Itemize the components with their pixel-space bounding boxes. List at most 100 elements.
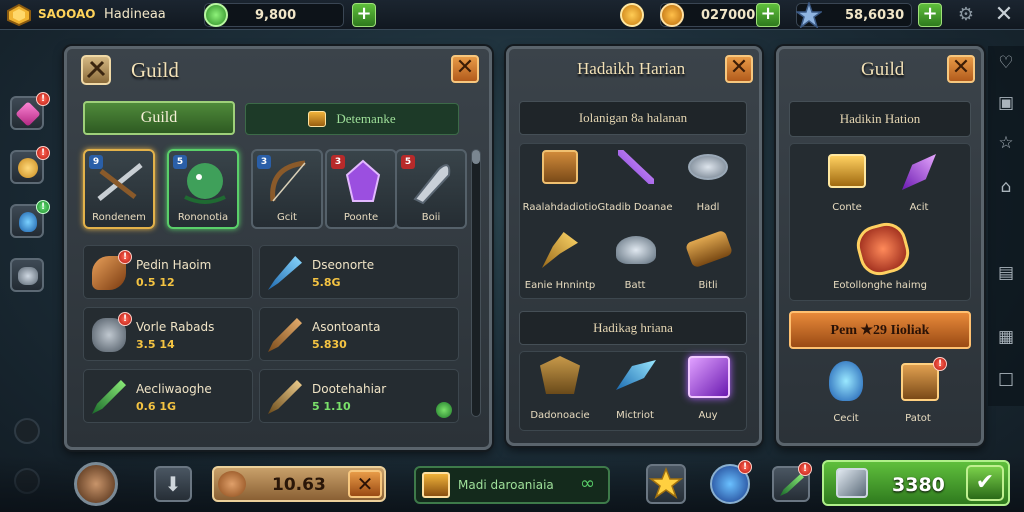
scrollbar-thumb[interactable] bbox=[472, 150, 480, 164]
daily-rewards2-grid: Dadonoacie Mictriot Auy bbox=[519, 351, 747, 431]
purple-gem-icon[interactable] bbox=[902, 154, 936, 190]
counter-close-button[interactable]: ✕ bbox=[348, 470, 382, 498]
counter-value: 10.63 bbox=[272, 475, 326, 495]
treasure-chest-icon[interactable] bbox=[542, 150, 578, 184]
square-icon[interactable]: □ bbox=[995, 368, 1017, 390]
crystal-star-icon bbox=[794, 0, 824, 29]
guild-side-close-button[interactable]: ✕ bbox=[947, 55, 975, 83]
featured-tile[interactable]: 3 Poonte bbox=[325, 149, 397, 229]
list-item[interactable]: ! Pedin Haoim 0.5 12 bbox=[83, 245, 253, 299]
silver-cube-icon bbox=[836, 468, 868, 498]
favorite-star-button[interactable] bbox=[646, 464, 686, 504]
notification-dot: ! bbox=[118, 250, 132, 264]
orb-button[interactable]: ! bbox=[710, 460, 752, 504]
tab-detemanke-label: Detemanke bbox=[336, 111, 396, 126]
treasure-chest-icon bbox=[422, 472, 450, 498]
purple-cube-icon[interactable] bbox=[688, 356, 730, 398]
reward-label: Acit bbox=[909, 202, 929, 213]
top-bar: SAOOAO Hadineaa 9,800 + 027000 + 58,6030… bbox=[0, 0, 1024, 30]
claim-button[interactable]: Pem ★29 Iioliak bbox=[789, 311, 971, 349]
daily-section2-label: Hadikag hriana bbox=[593, 320, 673, 335]
item-value: 3.5 14 bbox=[136, 338, 175, 351]
gems-value: 9,800 bbox=[255, 7, 297, 23]
sidebar-ore-button[interactable] bbox=[10, 258, 44, 292]
blue-wing-icon[interactable] bbox=[616, 360, 656, 390]
tab-guild[interactable]: Guild bbox=[83, 101, 235, 135]
down-arrow-button[interactable]: ⬇ bbox=[154, 466, 192, 502]
guild-side-header-label: Hadikin Hation bbox=[839, 111, 921, 126]
left-sidebar: ! ! ! bbox=[0, 30, 52, 512]
notification-dot: ! bbox=[933, 357, 947, 371]
add-gold-button[interactable]: + bbox=[756, 3, 780, 27]
tile-label: Boii bbox=[421, 212, 441, 223]
cannon-icon[interactable] bbox=[684, 229, 734, 269]
bag-icon[interactable]: ▦ bbox=[995, 326, 1017, 348]
gold-value: 027000 bbox=[701, 7, 756, 23]
featured-tile[interactable]: 5 Rononotia bbox=[167, 149, 239, 229]
add-crystal-button[interactable]: + bbox=[918, 3, 942, 27]
list-item[interactable]: Aecliwaoghe 0.6 1G bbox=[83, 369, 253, 423]
bowl-icon[interactable] bbox=[688, 154, 728, 180]
golden-axe-icon[interactable] bbox=[542, 232, 578, 268]
guild-scrollbar[interactable] bbox=[471, 149, 481, 417]
tile-label: Poonte bbox=[343, 212, 379, 223]
guild-side-header: Hadikin Hation bbox=[789, 101, 971, 137]
green-sword-icon bbox=[92, 380, 126, 414]
item-name: Dseonorte bbox=[312, 258, 375, 272]
sidebar-shield-icon[interactable] bbox=[14, 418, 40, 444]
counter-box: 10.63 ✕ bbox=[212, 466, 386, 502]
tile-label: Gcit bbox=[277, 212, 297, 223]
daily-close-button[interactable]: ✕ bbox=[725, 55, 753, 83]
castle-icon[interactable]: ⌂ bbox=[995, 176, 1017, 198]
tab-detemanke[interactable]: Detemanke bbox=[245, 103, 459, 135]
list-item[interactable]: Dseonorte 5.8G bbox=[259, 245, 459, 299]
total-currency-button[interactable]: 3380 ✔ bbox=[822, 460, 1010, 506]
crossed-swords-icon[interactable] bbox=[618, 150, 654, 184]
list-item[interactable]: Asontoanta 5.830 bbox=[259, 307, 459, 361]
list-item[interactable]: Dootehahiar 5 1.10 bbox=[259, 369, 459, 423]
notification-dot: ! bbox=[36, 146, 50, 160]
sword-button[interactable]: ! bbox=[772, 462, 812, 502]
map-icon[interactable]: ▤ bbox=[995, 262, 1017, 284]
image-icon[interactable]: ▣ bbox=[995, 92, 1017, 114]
item-value: 0.5 12 bbox=[136, 276, 175, 289]
ore-icon bbox=[18, 267, 38, 285]
add-gems-button[interactable]: + bbox=[352, 3, 376, 27]
sidebar-potion-button[interactable]: ! bbox=[10, 200, 50, 238]
sidebar-hero-button[interactable]: ! bbox=[10, 146, 50, 184]
gem-icon bbox=[204, 3, 228, 27]
guild-side-panel: Guild ✕ Hadikin Hation Conte Acit Eotoll… bbox=[776, 46, 984, 446]
featured-tile[interactable]: 9 Rondenem bbox=[83, 149, 155, 229]
red-scroll-icon[interactable] bbox=[852, 218, 914, 280]
medal-icon[interactable] bbox=[620, 3, 644, 27]
gold-chest-icon[interactable] bbox=[828, 154, 866, 188]
star-icon[interactable]: ☆ bbox=[995, 132, 1017, 154]
player-level-icon bbox=[6, 3, 32, 27]
close-icon[interactable]: ✕ bbox=[992, 3, 1016, 27]
blue-flame-icon[interactable] bbox=[829, 361, 863, 401]
guild-emblem-icon bbox=[81, 55, 111, 85]
featured-tile[interactable]: 5 Boii bbox=[395, 149, 467, 229]
confirm-check-button[interactable]: ✔ bbox=[966, 465, 1004, 501]
item-name: Aecliwaoghe bbox=[136, 382, 212, 396]
sidebar-gem-button[interactable]: ! bbox=[10, 92, 50, 130]
settings-icon[interactable]: ⚙ bbox=[956, 5, 976, 25]
crossbow-icon bbox=[97, 163, 143, 201]
guild-close-button[interactable]: ✕ bbox=[451, 55, 479, 83]
silver-helm-icon[interactable] bbox=[616, 236, 656, 264]
green-sword-icon bbox=[780, 474, 804, 496]
chest-label: Madi daroaniaia bbox=[458, 478, 554, 492]
pet-icon bbox=[218, 471, 246, 497]
heart-icon[interactable]: ♡ bbox=[995, 52, 1017, 74]
daily-section-header: Iolanigan 8a halanan bbox=[519, 101, 747, 135]
item-name: Vorle Rabads bbox=[136, 320, 215, 334]
chest-box[interactable]: Madi daroaniaia ∞ bbox=[414, 466, 610, 504]
total-value: 3380 bbox=[892, 474, 945, 496]
star-icon bbox=[648, 466, 684, 499]
list-item[interactable]: ! Vorle Rabads 3.5 14 bbox=[83, 307, 253, 361]
avatar[interactable] bbox=[74, 462, 118, 506]
featured-tile[interactable]: 3 Gcit bbox=[251, 149, 323, 229]
crate-icon[interactable] bbox=[901, 363, 939, 401]
owl-emblem-icon[interactable] bbox=[540, 356, 580, 394]
pink-gem-icon bbox=[15, 101, 41, 127]
